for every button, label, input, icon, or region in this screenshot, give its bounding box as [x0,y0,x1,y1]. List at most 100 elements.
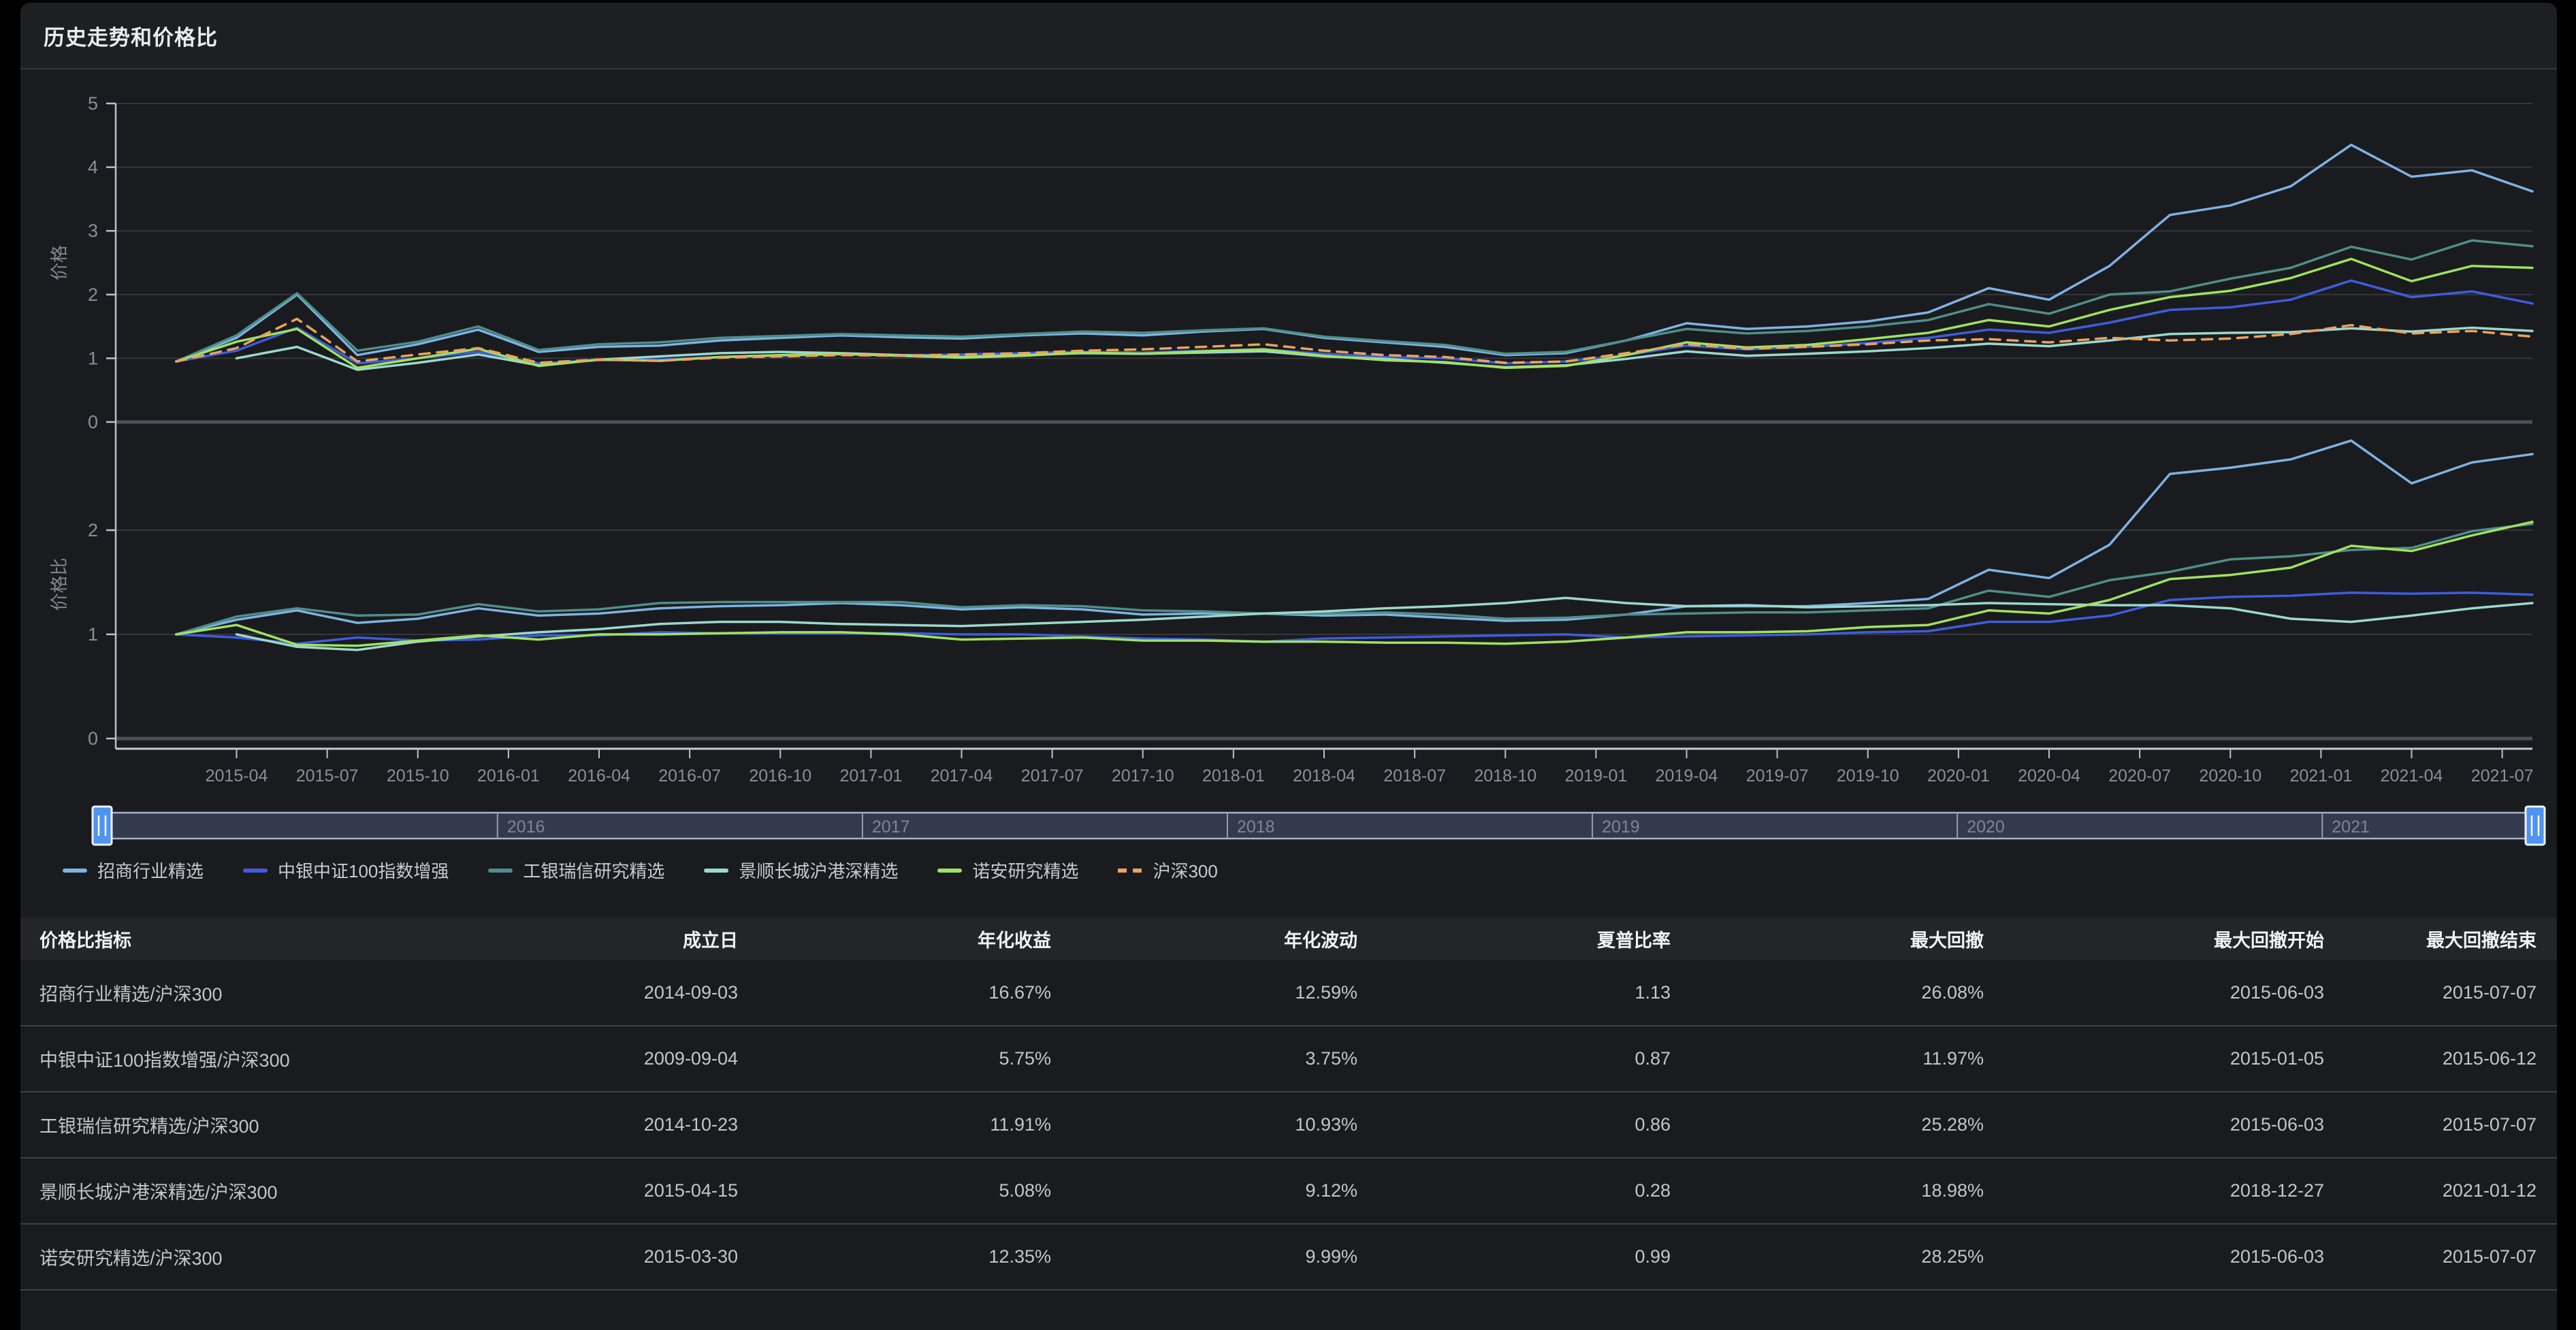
x-tick-label: 2021-07 [2471,766,2534,785]
x-tick-label: 2018-10 [1474,766,1536,785]
y-tick-label: 1 [88,348,98,368]
x-tick-label: 2018-01 [1202,766,1265,785]
cell-indicator: 中银中证100指数增强/沪深300 [20,1026,524,1092]
x-tick-label: 2016-10 [749,766,811,785]
cell-drawdown-start: 2015-06-03 [1988,960,2328,1026]
x-tick-label: 2021-01 [2290,766,2353,785]
y-tick-label: 5 [88,93,98,114]
legend-label: 诺安研究精选 [972,858,1078,883]
cell-drawdown-end: 2015-07-07 [2328,1092,2557,1158]
cell-indicator: 招商行业精选/沪深300 [20,960,524,1026]
x-tick-label: 2015-10 [387,766,449,785]
y-tick-label: 4 [88,157,98,178]
table-row: 中银中证100指数增强/沪深300 2009-09-04 5.75% 3.75%… [20,1026,2557,1092]
y-tick-label: 0 [88,412,98,432]
slider-handle-left[interactable] [93,807,112,845]
cell-volatility: 9.99% [1055,1224,1362,1290]
table-row: 工银瑞信研究精选/沪深300 2014-10-23 11.91% 10.93% … [20,1092,2557,1158]
col-header-drawdown-start: 最大回撤开始 [1988,918,2328,960]
x-tick-label: 2021-04 [2381,766,2443,785]
legend-item-nuoan[interactable]: 诺安研究精选 [937,858,1078,883]
cell-return: 16.67% [742,960,1055,1026]
x-tick-label: 2017-07 [1021,766,1084,785]
col-header-annual-volatility: 年化波动 [1055,918,1362,960]
x-tick-label: 2020-01 [1927,766,1990,785]
x-tick-label: 2019-01 [1565,766,1628,785]
slider-year-label: 2016 [507,817,545,837]
cell-sharpe: 1.13 [1362,960,1675,1026]
col-header-indicator: 价格比指标 [20,918,524,960]
x-tick-label: 2019-04 [1656,766,1718,785]
x-tick-label: 2018-07 [1383,766,1446,785]
y-tick-label: 2 [88,520,98,540]
legend-item-zhaoshang[interactable]: 招商行业精选 [63,858,204,883]
ratio-chart-plot-area[interactable] [116,430,2532,739]
y-axis-title: 价格 [49,245,69,280]
cell-return: 11.91% [742,1092,1055,1158]
y-axis-title: 价格比 [49,557,69,611]
col-header-annual-return: 年化收益 [742,918,1055,960]
slider-year-label: 2019 [1602,817,1640,837]
cell-drawdown-end: 2015-06-12 [2328,1026,2557,1092]
metrics-table-container: 价格比指标 成立日 年化收益 年化波动 夏普比率 最大回撤 最大回撤开始 最大回… [20,918,2557,1291]
date-range-slider-track[interactable] [102,813,2535,839]
y-tick-label: 0 [88,728,98,749]
cell-indicator: 诺安研究精选/沪深300 [20,1224,524,1290]
col-header-inception-date: 成立日 [524,918,742,960]
cell-drawdown: 25.28% [1675,1092,1988,1158]
cell-drawdown-start: 2015-01-05 [1988,1026,2328,1092]
cell-drawdown-start: 2015-06-03 [1988,1092,2328,1158]
legend-item-hs300[interactable]: 沪深300 [1118,858,1217,883]
legend-label: 工银瑞信研究精选 [523,858,664,883]
cell-volatility: 12.59% [1055,960,1362,1026]
cell-drawdown-start: 2015-06-03 [1988,1224,2328,1290]
series-color-mark [243,869,268,873]
x-tick-label: 2016-01 [477,766,540,785]
legend-label: 招商行业精选 [97,858,204,883]
cell-inception: 2014-10-23 [524,1092,742,1158]
cell-drawdown-end: 2015-07-07 [2328,960,2557,1026]
slider-year-label: 2021 [2332,817,2370,837]
cell-sharpe: 0.87 [1362,1026,1675,1092]
x-tick-label: 2017-10 [1112,766,1174,785]
table-row: 招商行业精选/沪深300 2014-09-03 16.67% 12.59% 1.… [20,960,2557,1026]
cell-drawdown: 11.97% [1675,1026,1988,1092]
legend-label: 沪深300 [1153,858,1217,883]
series-color-mark [937,869,962,873]
table-header-row: 价格比指标 成立日 年化收益 年化波动 夏普比率 最大回撤 最大回撤开始 最大回… [20,918,2557,960]
cell-sharpe: 0.99 [1362,1224,1675,1290]
chart-legend: 招商行业精选 中银中证100指数增强 工银瑞信研究精选 景顺长城沪港深精选 诺安… [63,858,1218,883]
cell-volatility: 10.93% [1055,1092,1362,1158]
page-title: 历史走势和价格比 [44,20,218,51]
cell-return: 5.75% [742,1026,1055,1092]
legend-label: 景顺长城沪港深精选 [739,858,898,883]
x-tick-label: 2020-04 [2018,766,2080,785]
x-tick-label: 2017-04 [931,766,993,785]
slider-handle-right[interactable] [2526,807,2545,845]
series-color-mark [63,869,87,873]
legend-item-jingshun[interactable]: 景顺长城沪港深精选 [704,858,898,883]
price-chart-plot-area[interactable] [116,103,2532,422]
legend-item-zhongyin[interactable]: 中银中证100指数增强 [243,858,449,883]
cell-drawdown-end: 2021-01-12 [2328,1158,2557,1224]
cell-indicator: 工银瑞信研究精选/沪深300 [20,1092,524,1158]
legend-item-gongyin[interactable]: 工银瑞信研究精选 [488,858,664,883]
y-tick-label: 1 [88,624,98,645]
cell-inception: 2015-03-30 [524,1224,742,1290]
y-tick-label: 3 [88,221,98,241]
x-tick-label: 2016-07 [658,766,721,785]
price-ratio-metrics-table: 价格比指标 成立日 年化收益 年化波动 夏普比率 最大回撤 最大回撤开始 最大回… [20,918,2557,1291]
fund-analysis-panel: 历史走势和价格比 012345价格012价格比2015-042015-07201… [20,3,2557,1330]
x-tick-label: 2017-01 [840,766,903,785]
series-color-mark [488,869,513,873]
cell-inception: 2015-04-15 [524,1158,742,1224]
cell-indicator: 景顺长城沪港深精选/沪深300 [20,1158,524,1224]
series-color-mark [704,869,728,873]
slider-year-label: 2018 [1237,817,1275,837]
cell-sharpe: 0.28 [1362,1158,1675,1224]
cell-inception: 2014-09-03 [524,960,742,1026]
cell-return: 12.35% [742,1224,1055,1290]
cell-volatility: 3.75% [1055,1026,1362,1092]
slider-year-label: 2017 [872,817,910,837]
col-header-drawdown-end: 最大回撤结束 [2328,918,2557,960]
